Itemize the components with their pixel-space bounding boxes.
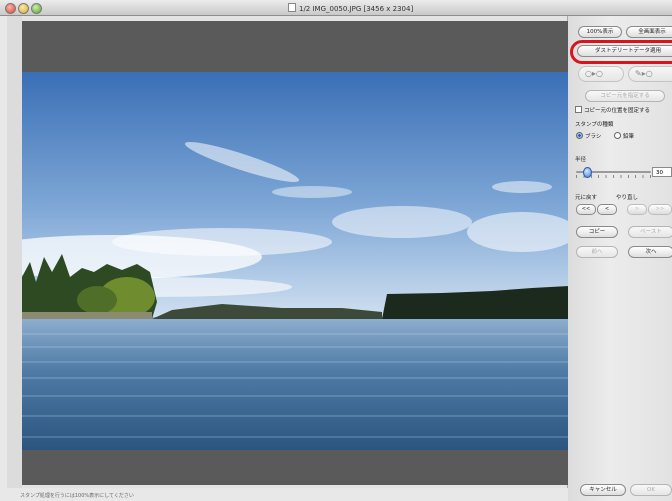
fix-copy-source-label: コピー元の位置を固定する [584,108,651,114]
photo-image[interactable] [22,72,569,450]
paste-button[interactable]: ペースト [628,226,672,238]
status-text: スタンプ処理を行うには100%表示にしてください [20,493,134,499]
stamp-repair-tool-button[interactable]: ✎▸○ [628,66,672,82]
radius-value-field[interactable]: 30 [652,167,672,177]
stamp-type-pencil-radio[interactable]: 鉛筆 [614,132,634,140]
stamp-type-brush-radio[interactable]: ブラシ [576,132,601,140]
stamp-type-label: スタンプの種類 [575,122,614,128]
redo-all-button[interactable]: >> [648,204,672,215]
viewer-left-margin [7,16,22,488]
zoom-100-button[interactable]: 100%表示 [578,26,622,38]
stamp-type-pencil-label: 鉛筆 [623,134,635,140]
fit-screen-button[interactable]: 全画面表示 [626,26,672,38]
next-button[interactable]: 次へ [628,246,672,258]
fix-copy-source-checkbox-row[interactable]: コピー元の位置を固定する [575,106,650,114]
undo-label: 元に戻す [575,195,598,201]
dust-delete-apply-button[interactable]: ダストデリートデータ適用 [577,45,672,57]
brush-to-circle-icon: ✎▸○ [635,69,653,78]
stamp-tool-panel: 100%表示 全画面表示 ダストデリートデータ適用 ○▸○ ✎▸○ コピー元を指… [568,16,672,501]
ok-button[interactable]: OK [630,484,672,496]
zoom-window-icon[interactable] [31,3,42,14]
minimize-window-icon[interactable] [18,3,29,14]
radio-selected-icon [576,132,583,139]
radius-slider-thumb[interactable] [583,167,592,178]
copy-button[interactable]: コピー [576,226,618,238]
stamp-type-brush-label: ブラシ [585,134,602,140]
cancel-button[interactable]: キャンセル [580,484,626,496]
fix-copy-source-checkbox[interactable] [575,106,582,113]
radius-label: 半径 [575,157,587,163]
file-icon [288,3,296,12]
circle-to-circle-icon: ○▸○ [585,69,603,78]
window-title-text: 1/2 IMG_0050.JPG [3456 x 2304] [299,5,414,13]
redo-button[interactable]: > [627,204,647,215]
radio-unselected-icon [614,132,621,139]
redo-label: やり直し [616,195,639,201]
title-bar: 1/2 IMG_0050.JPG [3456 x 2304] [0,0,672,16]
lake-landscape-photo [22,72,569,450]
image-viewer[interactable] [7,16,569,488]
prev-button[interactable]: 前へ [576,246,618,258]
close-window-icon[interactable] [5,3,16,14]
stamp-copy-tool-button[interactable]: ○▸○ [578,66,624,82]
undo-all-button[interactable]: << [576,204,596,215]
copy-source-button[interactable]: コピー元を指定する [585,90,665,102]
window-title: 1/2 IMG_0050.JPG [3456 x 2304] [288,3,413,13]
undo-button[interactable]: < [597,204,617,215]
